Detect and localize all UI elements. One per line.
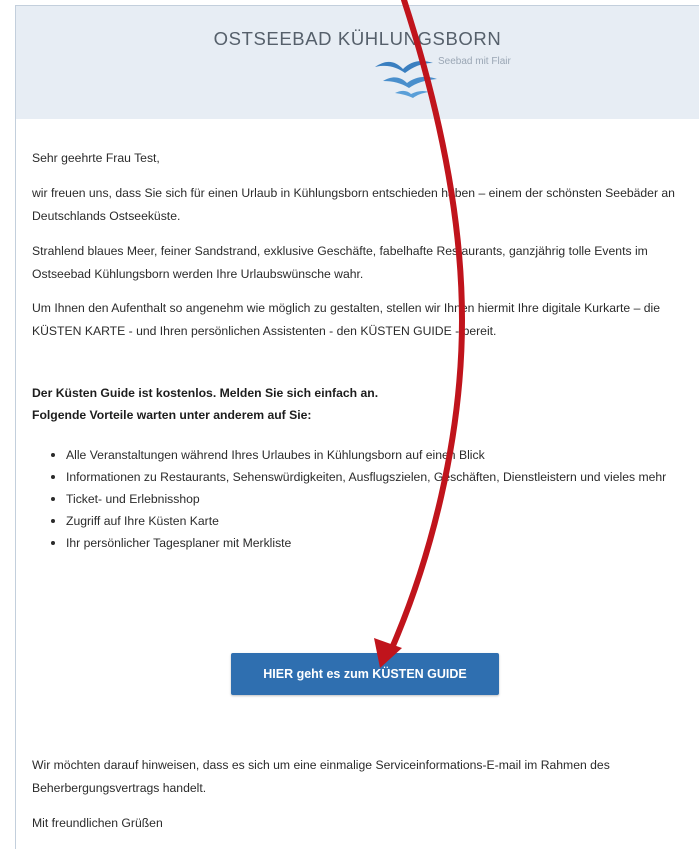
- offer-paragraph: Um Ihnen den Aufenthalt so angenehm wie …: [32, 301, 661, 338]
- intro-paragraph: wir freuen uns, dass Sie sich für einen …: [32, 186, 675, 223]
- brand-title: OSTSEEBAD KÜHLUNGSBORN: [213, 28, 502, 49]
- service-notice: Wir möchten darauf hinweisen, dass es si…: [32, 758, 610, 795]
- benefits-list: Alle Veranstaltungen während Ihres Urlau…: [50, 444, 680, 554]
- list-item: Ticket- und Erlebnisshop: [50, 488, 680, 510]
- greeting: Sehr geehrte Frau Test,: [32, 151, 160, 165]
- email-frame: OSTSEEBAD KÜHLUNGSBORN Seebad mit Flair …: [15, 5, 699, 849]
- guide-free-text: Der Küsten Guide ist kostenlos. Melden S…: [32, 386, 379, 400]
- list-item: Informationen zu Restaurants, Sehenswürd…: [50, 466, 680, 488]
- list-item: Zugriff auf Ihre Küsten Karte: [50, 510, 680, 532]
- highlights-paragraph: Strahlend blaues Meer, feiner Sandstrand…: [32, 244, 648, 281]
- list-item: Ihr persönlicher Tagesplaner mit Merklis…: [50, 532, 680, 554]
- seagull-logo-icon: [375, 61, 437, 98]
- closing-text: Mit freundlichen Grüßen: [32, 816, 163, 830]
- kuesten-guide-button[interactable]: HIER geht es zum KÜSTEN GUIDE: [231, 653, 499, 695]
- benefits-intro: Folgende Vorteile warten unter anderem a…: [32, 408, 312, 422]
- email-header: OSTSEEBAD KÜHLUNGSBORN Seebad mit Flair: [16, 6, 699, 119]
- list-item: Alle Veranstaltungen während Ihres Urlau…: [50, 444, 680, 466]
